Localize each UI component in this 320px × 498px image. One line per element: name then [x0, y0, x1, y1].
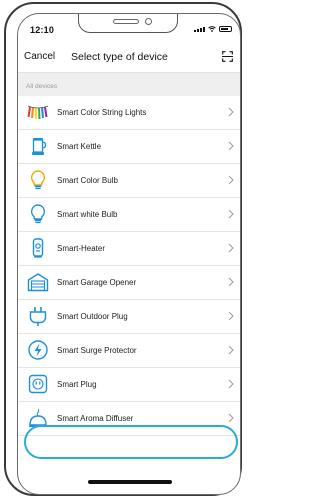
- device-label: Smart white Bulb: [57, 210, 118, 219]
- signal-icon: [194, 27, 205, 32]
- heater-icon: [32, 238, 44, 258]
- battery-icon: [219, 26, 232, 32]
- status-icons: [194, 26, 232, 32]
- device-row-surge-protector[interactable]: Smart Surge Protector: [18, 334, 240, 368]
- chevron-right-icon: [228, 379, 234, 389]
- device-row-color-bulb[interactable]: Smart Color Bulb: [18, 164, 240, 198]
- device-label: Smart Plug: [57, 380, 97, 389]
- outdoor-plug-icon: [29, 307, 47, 326]
- device-label: Smart Surge Protector: [57, 346, 137, 355]
- camera: [145, 18, 152, 25]
- chevron-right-icon: [228, 413, 234, 423]
- device-label: Smart Outdoor Plug: [57, 312, 128, 321]
- device-row-heater[interactable]: Smart-Heater: [18, 232, 240, 266]
- chevron-right-icon: [228, 311, 234, 321]
- phone-frame: 12:10 Cancel Select type of device All d…: [4, 2, 242, 496]
- device-label: Smart Color String Lights: [57, 108, 147, 117]
- kettle-icon: [32, 138, 47, 155]
- section-label: All devices: [26, 83, 58, 90]
- device-list: Smart Color String Lights Smart Kettle S…: [18, 96, 240, 436]
- chevron-right-icon: [228, 107, 234, 117]
- surge-protector-icon: [28, 340, 48, 360]
- device-row-outdoor-plug[interactable]: Smart Outdoor Plug: [18, 300, 240, 334]
- device-row-plug[interactable]: Smart Plug: [18, 368, 240, 402]
- device-label: Smart-Heater: [57, 244, 106, 253]
- device-row-garage-opener[interactable]: Smart Garage Opener: [18, 266, 240, 300]
- cancel-button[interactable]: Cancel: [24, 51, 55, 62]
- white-bulb-icon: [30, 204, 46, 224]
- device-row-kettle[interactable]: Smart Kettle: [18, 130, 240, 164]
- chevron-right-icon: [228, 141, 234, 151]
- string-lights-icon: [27, 105, 49, 120]
- chevron-right-icon: [228, 345, 234, 355]
- garage-icon: [27, 273, 49, 292]
- status-time: 12:10: [30, 25, 55, 35]
- home-indicator[interactable]: [88, 480, 172, 484]
- scan-icon[interactable]: [222, 51, 233, 62]
- section-header: All devices: [18, 72, 240, 96]
- page-title: Select type of device: [71, 51, 168, 63]
- color-bulb-icon: [30, 170, 46, 190]
- phone-screen: 12:10 Cancel Select type of device All d…: [17, 13, 241, 495]
- device-row-string-lights[interactable]: Smart Color String Lights: [18, 96, 240, 130]
- device-label: Smart Kettle: [57, 142, 102, 151]
- status-bar: 12:10: [18, 14, 240, 42]
- wifi-icon: [208, 26, 216, 32]
- chevron-right-icon: [228, 277, 234, 287]
- device-row-white-bulb[interactable]: Smart white Bulb: [18, 198, 240, 232]
- chevron-right-icon: [228, 175, 234, 185]
- plug-icon: [28, 374, 48, 394]
- notch: [78, 14, 178, 33]
- selection-highlight: [24, 425, 238, 459]
- chevron-right-icon: [228, 209, 234, 219]
- chevron-right-icon: [228, 243, 234, 253]
- device-label: Smart Color Bulb: [57, 176, 118, 185]
- device-label: Smart Garage Opener: [57, 278, 137, 287]
- speaker: [113, 19, 139, 24]
- nav-bar: Cancel Select type of device: [18, 42, 240, 72]
- device-label: Smart Aroma Diffuser: [57, 414, 134, 423]
